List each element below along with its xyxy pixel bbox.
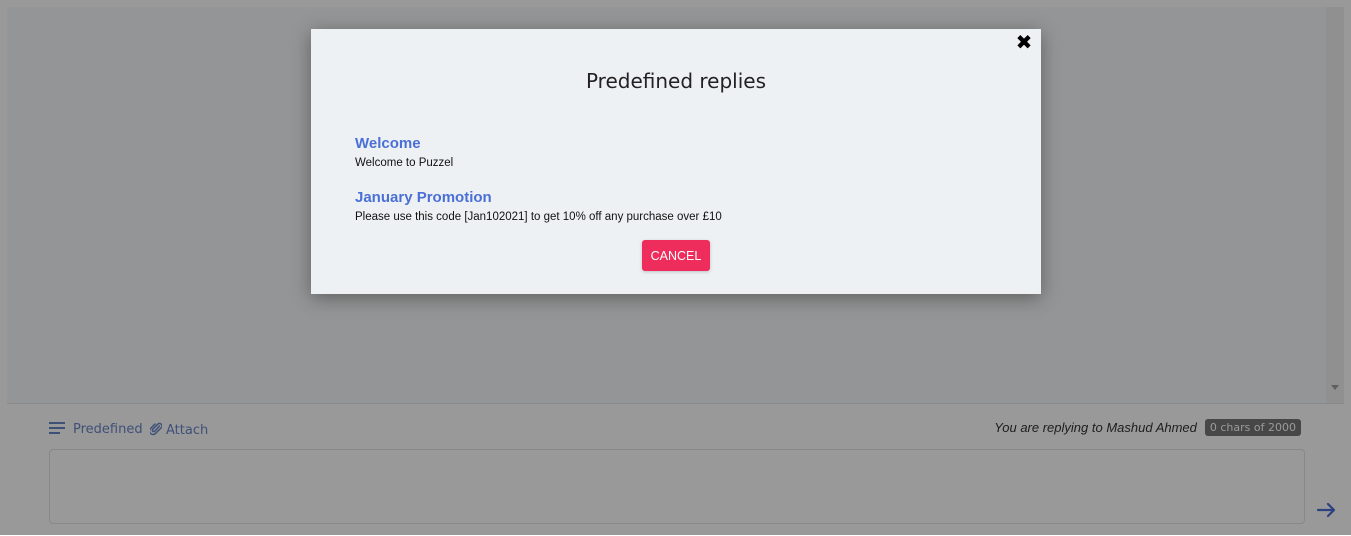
dialog-title: Predefined replies <box>585 69 767 93</box>
cancel-button[interactable]: CANCEL <box>642 240 710 271</box>
reply-title[interactable]: Welcome <box>355 135 453 152</box>
reply-item-welcome[interactable]: Welcome Welcome to Puzzel <box>355 135 453 169</box>
reply-body: Please use this code [Jan102021] to get … <box>355 211 722 223</box>
predefined-replies-dialog: ✖ Predefined replies Welcome Welcome to … <box>311 29 1041 294</box>
reply-title[interactable]: January Promotion <box>355 189 722 206</box>
reply-body: Welcome to Puzzel <box>355 157 454 169</box>
close-icon[interactable]: ✖ <box>1014 32 1034 52</box>
reply-item-january-promotion[interactable]: January Promotion Please use this code [… <box>355 189 722 223</box>
